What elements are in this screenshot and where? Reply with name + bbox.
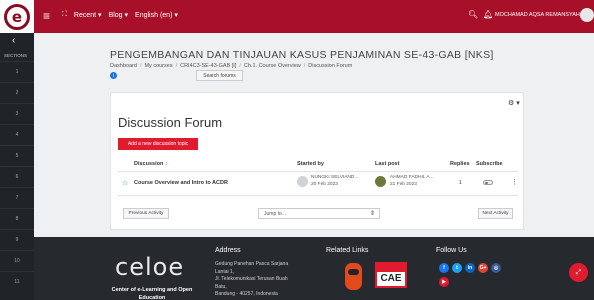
menu-icon[interactable]: ≡	[43, 9, 50, 23]
course-title: PENGEMBANGAN DAN TINJAUAN KASUS PENJAMIN…	[110, 49, 494, 61]
replies-count[interactable]: 1	[459, 180, 462, 186]
column-started-by[interactable]: Started by	[297, 161, 324, 167]
breadcrumb-separator: /	[175, 63, 178, 69]
follow-us-heading: Follow Us	[436, 247, 467, 254]
breadcrumb: Dashboard / My courses / CRI4C3-SE-43-GA…	[110, 63, 352, 69]
section-item[interactable]: 2	[0, 82, 34, 103]
breadcrumb-separator: /	[139, 63, 142, 69]
breadcrumb-my-courses[interactable]: My courses	[144, 63, 172, 69]
sections-label: SECTIONS	[4, 53, 28, 58]
celoe-logo: celoe	[115, 253, 185, 281]
breadcrumb-current: Discussion Forum	[308, 63, 353, 69]
top-navbar: e ≡ ⛶ Recent ▾ Blog ▾ English (en) ▾ 🔍︎ …	[0, 0, 594, 33]
top-menu: ⛶ Recent ▾ Blog ▾ English (en) ▾	[62, 11, 178, 19]
breadcrumb-section[interactable]: Ch.1. Course Overview	[244, 63, 301, 69]
address-text: Gedung Panehan Pasca Sarjana Lantai 1, J…	[215, 261, 289, 297]
section-item[interactable]: 6	[0, 166, 34, 187]
info-icon[interactable]: i	[110, 72, 117, 79]
jump-to-value: Jump to...	[264, 211, 286, 217]
section-item[interactable]: 1	[0, 61, 34, 82]
google-plus-icon[interactable]: G+	[478, 263, 488, 273]
section-item[interactable]: 10	[0, 250, 34, 271]
twitter-icon[interactable]: t	[452, 263, 462, 273]
nav-recent[interactable]: Recent ▾	[74, 11, 102, 19]
address-heading: Address	[215, 247, 241, 254]
back-to-top-icon[interactable]: ⤢	[569, 263, 588, 282]
column-discussion[interactable]: Discussion ↕	[134, 161, 168, 167]
column-subscribe: Subscribe	[476, 161, 503, 167]
next-activity-button[interactable]: Next Activity	[478, 208, 513, 219]
nav-blog[interactable]: Blog ▾	[109, 11, 128, 19]
more-actions-icon[interactable]: ⋮	[511, 178, 518, 186]
notification-bell-icon[interactable]: 🔔︎	[483, 10, 493, 19]
last-poster-avatar	[375, 176, 386, 187]
collapse-chevron-icon[interactable]: ‹	[12, 35, 15, 46]
nav-language[interactable]: English (en) ▾	[135, 11, 178, 19]
column-last-post[interactable]: Last post	[375, 161, 399, 167]
forum-title: Discussion Forum	[118, 115, 223, 130]
section-item[interactable]: 8	[0, 208, 34, 229]
previous-activity-button[interactable]: Previous Activity	[123, 208, 169, 219]
related-links-heading: Related Links	[326, 247, 369, 254]
search-icon[interactable]: 🔍︎	[468, 10, 478, 19]
instagram-icon[interactable]: ◎	[491, 263, 501, 273]
column-replies[interactable]: Replies	[450, 161, 470, 167]
select-arrows-icon: ⇕	[369, 211, 375, 217]
sort-arrow-icon: ↕	[164, 161, 168, 167]
celoe-tagline: Center of e-Learning and Open Education	[111, 287, 193, 300]
jump-to-select[interactable]: Jump to... ⇕	[258, 208, 380, 219]
user-avatar[interactable]	[580, 8, 594, 22]
search-forums-button[interactable]: Search forums	[196, 70, 243, 81]
subscribe-toggle[interactable]	[483, 180, 493, 185]
star-icon[interactable]: ☆	[122, 179, 128, 187]
section-item[interactable]: 9	[0, 229, 34, 250]
add-discussion-topic-button[interactable]: Add a new discussion topic	[118, 138, 198, 150]
breadcrumb-separator: /	[239, 63, 241, 69]
breadcrumb-separator: /	[303, 63, 306, 69]
last-poster-name[interactable]: AHMAD FADHIL A...	[390, 175, 434, 180]
youtube-icon[interactable]: ▶	[439, 277, 449, 287]
last-post-date[interactable]: 21 Feb 2023	[390, 182, 417, 187]
forum-card: ⚙ ▾ Discussion Forum Add a new discussio…	[110, 92, 524, 230]
facebook-icon[interactable]: f	[439, 263, 449, 273]
brand-letter: e	[4, 3, 30, 30]
site-footer: celoe Center of e-Learning and Open Educ…	[34, 237, 594, 300]
owl-mascot-logo[interactable]	[345, 263, 362, 290]
section-item[interactable]: 11	[0, 271, 34, 292]
row-divider	[118, 171, 518, 172]
breadcrumb-dashboard[interactable]: Dashboard	[110, 63, 137, 69]
linkedin-icon[interactable]: in	[465, 263, 475, 273]
section-item[interactable]: 4	[0, 124, 34, 145]
start-date: 20 Feb 2023	[311, 182, 338, 187]
row-divider	[118, 195, 518, 196]
section-item[interactable]: 5	[0, 145, 34, 166]
cae-logo[interactable]: CAE	[375, 262, 407, 288]
starter-avatar	[297, 176, 308, 187]
breadcrumb-course[interactable]: CRI4C3-SE-43-GAB [I]	[180, 63, 236, 69]
section-item[interactable]: 7	[0, 187, 34, 208]
fullscreen-icon[interactable]: ⛶	[62, 11, 67, 19]
user-name[interactable]: MOCHAMAD AQSA REMANSYAH	[495, 12, 580, 18]
section-item[interactable]: 3	[0, 103, 34, 124]
discussion-link[interactable]: Course Overview and Intro to ACDR	[134, 180, 228, 186]
starter-name[interactable]: NUNGKI SELVIAND...	[311, 175, 358, 180]
gear-icon[interactable]: ⚙ ▾	[508, 99, 520, 107]
course-index-drawer: ‹ SECTIONS 1 2 3 4 5 6 7 8 9 10 11	[0, 33, 34, 300]
site-logo[interactable]: e	[0, 0, 34, 33]
